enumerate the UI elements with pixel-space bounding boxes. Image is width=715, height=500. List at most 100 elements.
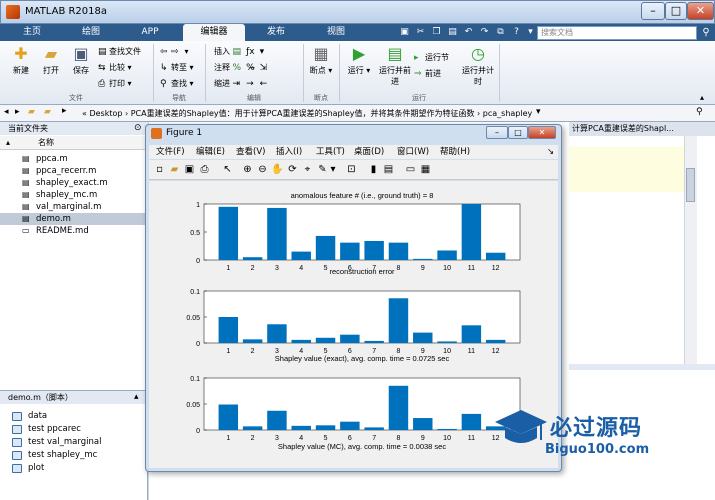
tab-home[interactable]: 主页 [4, 24, 60, 41]
path-history-dropdown-icon[interactable]: ▾ [536, 107, 541, 117]
print-button[interactable]: ⎙ 打印 ▾ [98, 77, 132, 90]
menu-edit[interactable]: 编辑(E) [196, 145, 225, 159]
paste-icon[interactable]: ▤ [446, 25, 459, 39]
print-figure-icon[interactable]: ⎙ [198, 163, 211, 176]
file-item-selected[interactable]: ▤ demo.m [0, 213, 148, 225]
brush-dropdown-icon[interactable]: ▾ [329, 163, 337, 176]
figure-minimize-button[interactable]: – [486, 126, 508, 139]
close-button[interactable]: ✕ [687, 2, 714, 20]
zoom-in-icon[interactable]: ⊕ [241, 163, 254, 176]
goto-button[interactable]: ↳ 转至 ▾ [160, 61, 194, 74]
file-item[interactable]: ▤ shapley_mc.m [0, 189, 148, 201]
run-and-advance-button[interactable]: ▤ 运行并前进 [378, 45, 412, 87]
save-button[interactable]: ▣ 保存 [66, 45, 96, 87]
details-collapse-icon[interactable]: ▴ [134, 392, 139, 402]
file-item[interactable]: ▤ val_marginal.m [0, 201, 148, 213]
new-button[interactable]: ✚ 新建 [6, 45, 36, 87]
quick-save-icon[interactable]: ▣ [398, 25, 411, 39]
figure-close-button[interactable]: ✕ [528, 126, 556, 139]
figure-title-bar[interactable]: Figure 1 – □ ✕ [146, 125, 561, 143]
pan-hand-icon[interactable]: ✋ [271, 163, 284, 176]
tab-apps[interactable]: APP [122, 24, 178, 41]
path-dropdown-icon[interactable]: ▸ [62, 106, 67, 116]
menu-help[interactable]: 帮助(H) [440, 145, 470, 159]
current-folder-path[interactable]: « Desktop › PCA重建误差的Shapley值：用于计算PCA重建误差… [82, 107, 532, 120]
search-icon[interactable]: ⚲ [699, 26, 713, 40]
edit-plot-arrow-icon[interactable]: ↖ [221, 163, 234, 176]
link-plot-icon[interactable]: ⊡ [345, 163, 358, 176]
advance-button[interactable]: ⇒ 前进 [414, 67, 441, 80]
forward-arrow-icon[interactable]: ▸ [15, 107, 20, 117]
panel-actions-icon[interactable]: ⊙ [134, 123, 142, 133]
run-button[interactable]: ▶ 运行 ▾ [344, 45, 374, 87]
column-header-name[interactable]: 名称 [0, 136, 148, 150]
menu-tools[interactable]: 工具(T) [316, 145, 345, 159]
insert-colorbar-icon[interactable]: ▮ [367, 163, 380, 176]
up-folder-icon[interactable]: ▰ [28, 107, 35, 117]
maximize-button[interactable]: □ [665, 2, 687, 20]
search-input[interactable]: 搜索文档 [537, 26, 697, 40]
editor-scrollbar-thumb[interactable] [686, 168, 695, 202]
indent-button[interactable]: 缩进 ⇥ → ← [214, 77, 271, 90]
open-file-icon[interactable]: ▰ [168, 163, 181, 176]
section-item[interactable]: test ppcarec [0, 423, 148, 436]
compare-button[interactable]: ⇆ 比较 ▾ [98, 61, 132, 74]
tab-plots[interactable]: 绘图 [63, 24, 119, 41]
open-button[interactable]: ▰ 打开 [36, 45, 66, 87]
tab-editor[interactable]: 编辑器 [183, 24, 245, 41]
save-figure-icon[interactable]: ▣ [183, 163, 196, 176]
undo-icon[interactable]: ↶ [462, 25, 475, 39]
graduation-cap-icon [495, 410, 547, 443]
menu-desktop[interactable]: 桌面(D) [354, 145, 384, 159]
switch-windows-icon[interactable]: ⧉ [494, 25, 507, 39]
show-plot-tools-icon[interactable]: ▦ [419, 163, 432, 176]
current-section-highlight [569, 147, 684, 192]
browse-folder-icon[interactable]: ▰ [44, 107, 51, 117]
figure-title: Figure 1 [166, 128, 203, 138]
collapse-ribbon-icon[interactable]: ▴ [700, 93, 704, 102]
copy-icon[interactable]: ❐ [430, 25, 443, 39]
bar [388, 242, 409, 260]
run-section-button[interactable]: ▸ 运行节 [414, 51, 449, 64]
section-item[interactable]: data [0, 410, 148, 423]
back-arrow-icon[interactable]: ◂ [4, 107, 9, 117]
help-icon[interactable]: ? [510, 25, 523, 39]
section-item[interactable]: test val_marginal [0, 436, 148, 449]
menu-file[interactable]: 文件(F) [156, 145, 185, 159]
zoom-out-icon[interactable]: ⊖ [256, 163, 269, 176]
file-item[interactable]: ▤ ppca.m [0, 153, 148, 165]
tab-view[interactable]: 视图 [308, 24, 364, 41]
find-files-button[interactable]: ▤ 查找文件 [98, 45, 141, 58]
cut-icon[interactable]: ✂ [414, 25, 427, 39]
rotate-3d-icon[interactable]: ⟳ [286, 163, 299, 176]
quick-access-dropdown-icon[interactable]: ▾ [524, 25, 537, 39]
insert-legend-icon[interactable]: ▤ [382, 163, 395, 176]
minimize-button[interactable]: – [641, 2, 665, 20]
command-window-divider[interactable] [569, 364, 715, 370]
menu-view[interactable]: 查看(V) [236, 145, 265, 159]
file-item[interactable]: ▤ shapley_exact.m [0, 177, 148, 189]
run-and-time-button[interactable]: ◷ 运行并计时 [461, 45, 495, 87]
section-item[interactable]: plot [0, 462, 148, 475]
breakpoints-button[interactable]: ▦ 断点 ▾ [306, 45, 336, 87]
new-figure-icon[interactable]: ▫ [153, 163, 166, 176]
comment-button[interactable]: 注释 % %̶ ⇲ [214, 61, 271, 74]
figure-maximize-button[interactable]: □ [508, 126, 528, 139]
back-forward-buttons[interactable]: ⇦ ⇨ ▾ [160, 45, 189, 58]
insert-button[interactable]: 插入 ▤ ƒx ▾ [214, 45, 271, 58]
file-item[interactable]: ▤ ppca_recerr.m [0, 165, 148, 177]
redo-icon[interactable]: ↷ [478, 25, 491, 39]
tab-publish[interactable]: 发布 [248, 24, 304, 41]
find-button[interactable]: ⚲ 查找 ▾ [160, 77, 194, 90]
data-cursor-icon[interactable]: ⌖ [301, 163, 314, 176]
section-item[interactable]: test shapley_mc [0, 449, 148, 462]
path-search-icon[interactable]: ⚲ [696, 107, 703, 117]
menu-dock-icon[interactable]: ↘ [547, 145, 554, 159]
y-tick-label: 0.05 [186, 402, 200, 409]
editor-tab[interactable]: 计算PCA重建误差的Shapl... [569, 122, 715, 136]
hide-plot-tools-icon[interactable]: ▭ [404, 163, 417, 176]
menu-window[interactable]: 窗口(W) [397, 145, 429, 159]
menu-insert[interactable]: 插入(I) [276, 145, 302, 159]
file-item[interactable]: ▭ README.md [0, 225, 148, 237]
brush-icon[interactable]: ✎ [316, 163, 329, 176]
